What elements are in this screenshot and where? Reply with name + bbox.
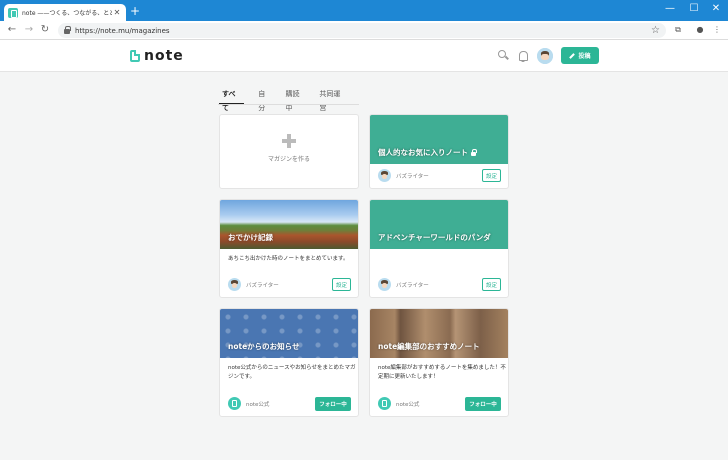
magazine-title: 個人的なお気に入りノート — [378, 147, 477, 158]
note-official-avatar — [228, 397, 241, 410]
tab-close-icon[interactable]: ✕ — [112, 8, 122, 17]
address-bar[interactable]: https://note.mu/magazines ☆ — [58, 23, 666, 38]
author-row[interactable]: バズライター — [228, 278, 279, 291]
author-row[interactable]: note公式 — [378, 397, 419, 410]
magazine-description: note編集部がおすすめするノートを集めました！不定期に更新いたします！ — [378, 365, 506, 380]
author-name: note公式 — [246, 401, 270, 408]
magazine-title: noteからのお知らせ — [228, 342, 300, 351]
note-official-avatar — [378, 397, 391, 410]
magazine-title: おでかけ記録 — [228, 233, 273, 242]
minimize-button[interactable]: — — [659, 1, 681, 17]
new-tab-button[interactable]: + — [130, 4, 140, 18]
magazine-card[interactable]: アドベンチャーワールドのパンダ バズライター 設定 — [369, 199, 509, 298]
back-icon[interactable]: ← — [5, 23, 19, 37]
maximize-button[interactable]: ☐ — [683, 1, 705, 17]
following-button[interactable]: フォロー中 — [465, 397, 501, 411]
settings-button[interactable]: 設定 — [332, 278, 351, 291]
settings-button[interactable]: 設定 — [482, 278, 501, 291]
post-button[interactable]: 投稿 — [561, 47, 599, 64]
user-avatar[interactable] — [537, 48, 553, 64]
author-avatar — [378, 278, 391, 291]
browser-tab[interactable]: note ——つくる、つながる、とどける。 ✕ — [4, 4, 126, 21]
menu-icon[interactable]: ⋮ — [711, 24, 723, 36]
url-text: https://note.mu/magazines — [75, 26, 170, 35]
tab-mine[interactable]: 自分 — [258, 87, 271, 112]
author-row[interactable]: バズライター — [378, 169, 429, 182]
tab-all[interactable]: すべて — [219, 87, 245, 112]
magazine-card[interactable]: note編集部のおすすめノート note編集部がおすすめするノートを集めました！… — [369, 308, 509, 417]
notification-bell-icon[interactable] — [516, 49, 530, 63]
search-icon[interactable] — [497, 49, 511, 63]
author-name: バズライター — [396, 282, 429, 289]
tab-subscribed[interactable]: 購読中 — [285, 87, 305, 112]
note-favicon-icon — [8, 7, 18, 18]
pencil-icon — [569, 52, 576, 59]
author-name: note公式 — [396, 401, 420, 408]
tabs-divider — [218, 104, 359, 105]
magazine-title: note編集部のおすすめノート — [378, 342, 480, 351]
author-name: バズライター — [246, 282, 279, 289]
tab-title: note ——つくる、つながる、とどける。 — [22, 10, 112, 17]
note-logo[interactable]: note — [130, 48, 184, 64]
create-magazine-label: マガジンを作る — [267, 156, 310, 163]
lock-icon — [64, 26, 71, 34]
forward-icon[interactable]: → — [22, 23, 36, 37]
browser-titlebar: note ——つくる、つながる、とどける。 ✕ + — ☐ ✕ — [0, 0, 728, 21]
bookmark-star-icon[interactable]: ☆ — [651, 23, 660, 38]
magazine-description: note公式からのニュースやお知らせをまとめたマガジンです。 — [228, 365, 356, 380]
post-button-label: 投稿 — [578, 53, 591, 60]
magazine-card[interactable]: 個人的なお気に入りノート バズライター 設定 — [369, 114, 509, 189]
author-name: バズライター — [396, 173, 429, 180]
reload-icon[interactable]: ↻ — [38, 23, 52, 37]
author-row[interactable]: note公式 — [228, 397, 269, 410]
author-avatar — [378, 169, 391, 182]
note-logo-icon — [130, 50, 140, 62]
magazine-cover: おでかけ記録 — [220, 200, 358, 249]
author-avatar — [228, 278, 241, 291]
close-window-button[interactable]: ✕ — [705, 1, 727, 17]
author-row[interactable]: バズライター — [378, 278, 429, 291]
profile-icon[interactable]: ● — [694, 24, 706, 36]
logo-text: note — [144, 48, 184, 64]
magazine-filter-tabs: すべて 自分 購読中 共同運営 — [218, 87, 360, 112]
magazine-title: アドベンチャーワールドのパンダ — [378, 233, 491, 242]
magazine-cover: noteからのお知らせ — [220, 309, 358, 358]
tab-co-managed[interactable]: 共同運営 — [319, 87, 346, 112]
private-lock-icon — [471, 148, 477, 156]
magazine-cover: アドベンチャーワールドのパンダ — [370, 200, 508, 249]
magazine-cover: 個人的なお気に入りノート — [370, 115, 508, 164]
browser-toolbar: ← → ↻ https://note.mu/magazines ☆ ⧉ ● ⋮ — [0, 21, 728, 40]
following-button[interactable]: フォロー中 — [315, 397, 351, 411]
magazine-description: あちこち出かけた時のノートをまとめています。 — [228, 256, 349, 262]
site-header: note — [0, 40, 728, 72]
settings-button[interactable]: 設定 — [482, 169, 501, 182]
magazine-card[interactable]: noteからのお知らせ note公式からのニュースやお知らせをまとめたマガジンで… — [219, 308, 359, 417]
plus-icon — [282, 134, 296, 148]
create-magazine-card[interactable]: マガジンを作る — [219, 114, 359, 189]
magazine-cover: note編集部のおすすめノート — [370, 309, 508, 358]
magazine-card[interactable]: おでかけ記録 あちこち出かけた時のノートをまとめています。 バズライター 設定 — [219, 199, 359, 298]
extension-icon[interactable]: ⧉ — [672, 24, 684, 36]
